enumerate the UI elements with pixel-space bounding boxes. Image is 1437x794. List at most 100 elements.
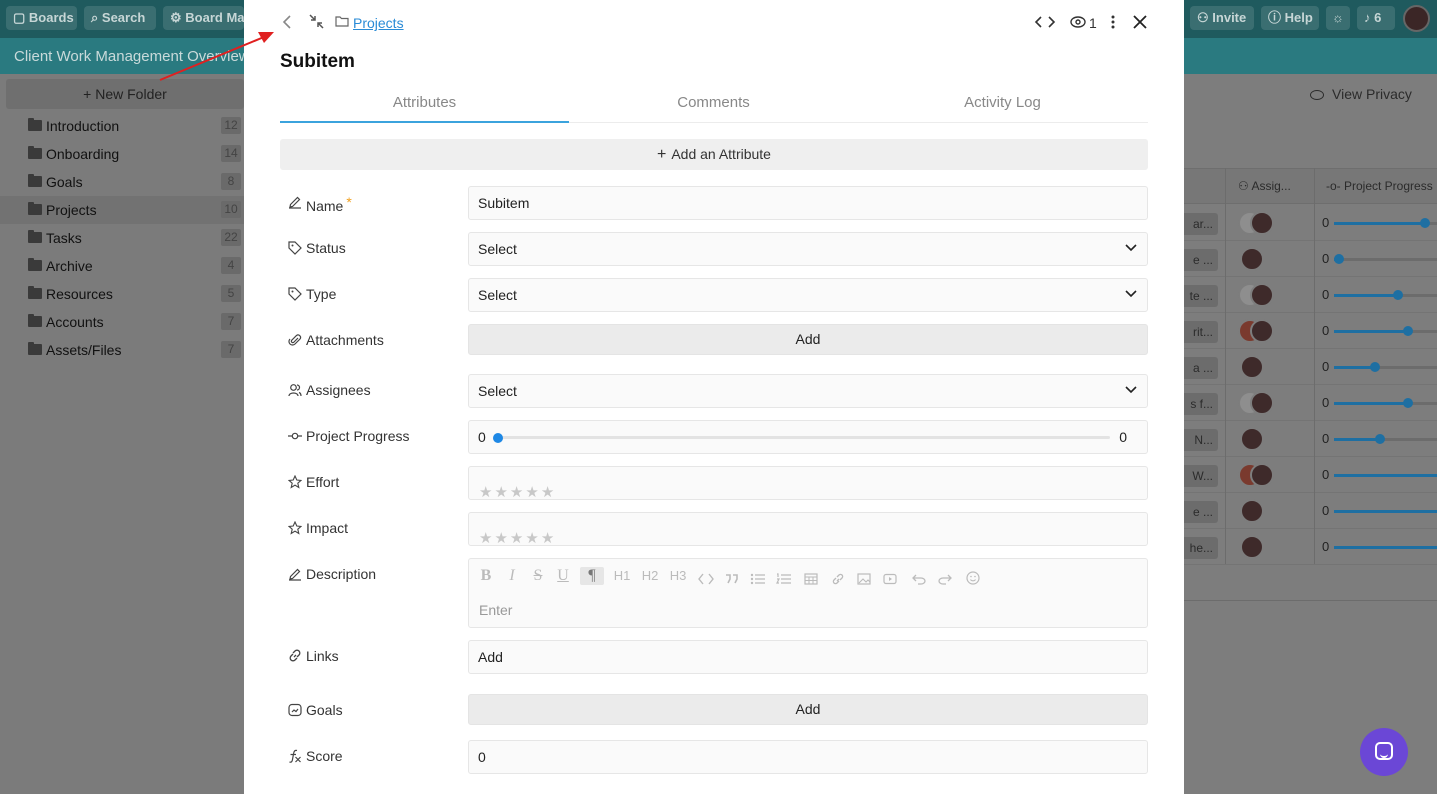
link-icon — [289, 649, 301, 662]
rating-star-icon[interactable]: ★ — [510, 531, 523, 547]
table-row[interactable]: e ... 0 — [1184, 493, 1437, 529]
image-icon[interactable] — [857, 570, 871, 588]
table-row[interactable]: a ... 0 — [1184, 349, 1437, 385]
emoji-icon[interactable] — [966, 569, 980, 587]
item-name-chip[interactable]: W... — [1184, 465, 1218, 487]
quote-icon[interactable] — [724, 570, 740, 588]
bold-button[interactable]: B — [479, 567, 493, 585]
user-avatar[interactable] — [1403, 5, 1430, 32]
add-attribute-button[interactable]: + Add an Attribute — [280, 139, 1148, 170]
sidebar-folder-projects[interactable]: Projects 10 — [0, 196, 244, 224]
item-name-chip[interactable]: s f... — [1184, 393, 1218, 415]
field-row-name: Name * Subitem — [280, 186, 1148, 220]
bullet-list-icon[interactable] — [750, 570, 766, 588]
code-embed-icon[interactable] — [1034, 15, 1056, 29]
board-manage-button[interactable]: ⚙ Board Mar — [163, 6, 244, 30]
rating-star-icon[interactable]: ★ — [525, 531, 538, 547]
table-row[interactable]: rit... 0 — [1184, 313, 1437, 349]
column-header-project-progress[interactable]: -o- Project Progress — [1326, 179, 1433, 193]
numbered-list-icon[interactable] — [776, 570, 792, 588]
sidebar-folder-accounts[interactable]: Accounts 7 — [0, 308, 244, 336]
rating-star-icon[interactable]: ★ — [525, 485, 538, 501]
links-input[interactable]: Add — [468, 640, 1148, 674]
assignees-select[interactable]: Select — [468, 374, 1148, 408]
progress-value: 0 — [1322, 431, 1330, 446]
item-name-chip[interactable]: ar... — [1184, 213, 1218, 235]
code-icon[interactable] — [698, 570, 714, 588]
progress-bar — [1334, 254, 1437, 264]
breadcrumb-projects-link[interactable]: Projects — [353, 15, 404, 31]
collapse-icon[interactable] — [308, 13, 325, 30]
italic-button[interactable]: I — [505, 567, 519, 585]
more-options-icon[interactable] — [1110, 14, 1116, 30]
table-icon[interactable] — [804, 570, 818, 588]
close-icon[interactable] — [1133, 15, 1147, 29]
video-icon[interactable] — [883, 570, 897, 588]
sidebar-folder-archive[interactable]: Archive 4 — [0, 252, 244, 280]
table-row[interactable]: W... 0 — [1184, 457, 1437, 493]
sidebar-folder-onboarding[interactable]: Onboarding 14 — [0, 140, 244, 168]
rating-star-icon[interactable]: ★ — [541, 531, 554, 547]
item-name-chip[interactable]: te ... — [1184, 285, 1218, 307]
tab-attributes[interactable]: Attributes — [280, 86, 569, 123]
sidebar-folder-assets-files[interactable]: Assets/Files 7 — [0, 336, 244, 364]
rating-star-icon[interactable]: ★ — [479, 531, 492, 547]
invite-button[interactable]: ⚇ Invite — [1190, 6, 1254, 30]
heading1-button[interactable]: H1 — [612, 567, 632, 585]
project-progress-slider[interactable]: 0 0 — [468, 420, 1148, 454]
help-button[interactable]: ⓘ Help — [1261, 6, 1319, 30]
modal-header: Projects 1 — [244, 0, 1184, 44]
slider-max-label: 0 — [1119, 429, 1127, 445]
type-select[interactable]: Select — [468, 278, 1148, 312]
redo-icon[interactable] — [938, 570, 952, 588]
item-name-chip[interactable]: N... — [1184, 429, 1218, 451]
add-goal-button[interactable]: Add — [468, 694, 1148, 725]
table-row[interactable]: e ... 0 — [1184, 241, 1437, 277]
name-input[interactable]: Subitem — [468, 186, 1148, 220]
slider-handle[interactable] — [493, 433, 503, 443]
table-row[interactable]: N... 0 — [1184, 421, 1437, 457]
watchers-eye-icon[interactable] — [1070, 16, 1086, 28]
tab-comments[interactable]: Comments — [569, 86, 858, 123]
item-name-chip[interactable]: e ... — [1184, 501, 1218, 523]
theme-toggle-button[interactable]: ☼ — [1326, 6, 1350, 30]
sidebar-folder-goals[interactable]: Goals 8 — [0, 168, 244, 196]
status-select[interactable]: Select — [468, 232, 1148, 266]
notifications-button[interactable]: ♪ 6 — [1357, 6, 1395, 30]
strikethrough-button[interactable]: S — [531, 567, 545, 585]
sidebar-folder-tasks[interactable]: Tasks 22 — [0, 224, 244, 252]
tab-activity-log[interactable]: Activity Log — [858, 86, 1147, 123]
paragraph-button[interactable]: ¶ — [580, 567, 604, 585]
add-attachment-button[interactable]: Add — [468, 324, 1148, 355]
view-privacy-button[interactable]: View Privacy — [1310, 86, 1412, 102]
new-folder-button[interactable]: + New Folder — [6, 79, 244, 109]
rating-star-icon[interactable]: ★ — [479, 485, 492, 501]
sidebar-folder-resources[interactable]: Resources 5 — [0, 280, 244, 308]
item-name-chip[interactable]: rit... — [1184, 321, 1218, 343]
item-name-chip[interactable]: e ... — [1184, 249, 1218, 271]
back-chevron-icon[interactable] — [282, 15, 292, 29]
rating-star-icon[interactable]: ★ — [510, 485, 523, 501]
table-row[interactable]: he... 0 — [1184, 529, 1437, 565]
table-row[interactable]: ar... 0 — [1184, 205, 1437, 241]
heading2-button[interactable]: H2 — [640, 567, 660, 585]
rating-star-icon[interactable]: ★ — [494, 531, 507, 547]
description-editor[interactable]: B I S U ¶ H1 H2 H3 Enter — [468, 558, 1148, 628]
table-row[interactable]: te ... 0 — [1184, 277, 1437, 313]
field-row-project-progress: Project Progress 0 0 — [280, 420, 1148, 454]
heading3-button[interactable]: H3 — [668, 567, 688, 585]
column-header-assignees[interactable]: ⚇ Assig... — [1238, 179, 1291, 193]
underline-button[interactable]: U — [556, 567, 570, 585]
table-row[interactable]: s f... 0 — [1184, 385, 1437, 421]
rating-star-icon[interactable]: ★ — [494, 485, 507, 501]
undo-icon[interactable] — [912, 570, 926, 588]
search-button[interactable]: ⌕ Search — [84, 6, 156, 30]
rating-star-icon[interactable]: ★ — [541, 485, 554, 501]
item-name-chip[interactable]: he... — [1184, 537, 1218, 559]
boards-button[interactable]: ▢ Boards — [6, 6, 77, 30]
bell-icon: ♪ — [1364, 10, 1375, 25]
item-name-chip[interactable]: a ... — [1184, 357, 1218, 379]
chat-support-button[interactable] — [1360, 728, 1408, 776]
sidebar-folder-introduction[interactable]: Introduction 12 — [0, 112, 244, 140]
link-icon[interactable] — [831, 570, 845, 588]
